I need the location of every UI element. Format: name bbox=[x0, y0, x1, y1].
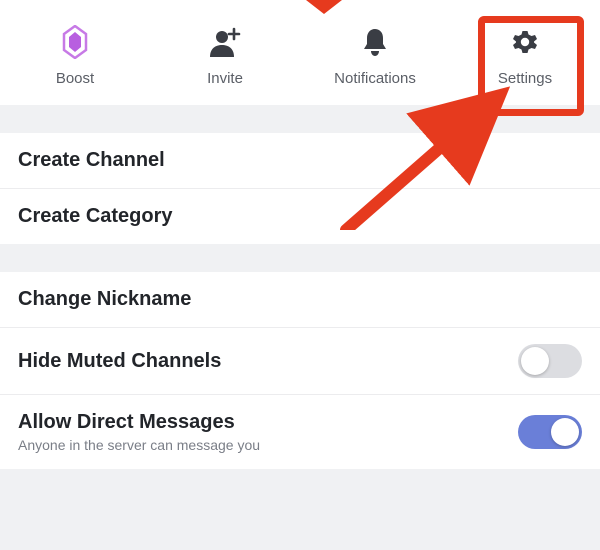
boost-label: Boost bbox=[56, 70, 94, 87]
invite-button[interactable]: Invite bbox=[150, 24, 300, 87]
allow-dm-row[interactable]: Allow Direct Messages Anyone in the serv… bbox=[0, 395, 600, 469]
create-section: Create Channel Create Category bbox=[0, 133, 600, 244]
create-category-row[interactable]: Create Category bbox=[0, 189, 600, 244]
notifications-label: Notifications bbox=[334, 70, 416, 87]
hide-muted-row[interactable]: Hide Muted Channels bbox=[0, 328, 600, 395]
section-divider bbox=[0, 244, 600, 272]
create-channel-label: Create Channel bbox=[18, 149, 165, 172]
notifications-button[interactable]: Notifications bbox=[300, 24, 450, 87]
invite-icon bbox=[207, 24, 243, 60]
create-category-label: Create Category bbox=[18, 205, 173, 228]
settings-button[interactable]: Settings bbox=[450, 24, 600, 87]
hide-muted-toggle[interactable] bbox=[518, 344, 582, 378]
hide-muted-label: Hide Muted Channels bbox=[18, 350, 221, 373]
allow-dm-toggle[interactable] bbox=[518, 415, 582, 449]
section-divider bbox=[0, 105, 600, 133]
top-action-bar: Boost Invite Notifications Setti bbox=[0, 0, 600, 105]
invite-label: Invite bbox=[207, 70, 243, 87]
gear-icon bbox=[510, 24, 540, 60]
allow-dm-label: Allow Direct Messages bbox=[18, 411, 260, 434]
settings-label: Settings bbox=[498, 70, 552, 87]
allow-dm-text: Allow Direct Messages Anyone in the serv… bbox=[18, 411, 260, 453]
allow-dm-sub: Anyone in the server can message you bbox=[18, 437, 260, 453]
settings-section: Change Nickname Hide Muted Channels Allo… bbox=[0, 272, 600, 469]
change-nickname-row[interactable]: Change Nickname bbox=[0, 272, 600, 328]
boost-icon bbox=[62, 24, 88, 60]
boost-button[interactable]: Boost bbox=[0, 24, 150, 87]
change-nickname-label: Change Nickname bbox=[18, 288, 191, 311]
create-channel-row[interactable]: Create Channel bbox=[0, 133, 600, 189]
bell-icon bbox=[361, 24, 389, 60]
